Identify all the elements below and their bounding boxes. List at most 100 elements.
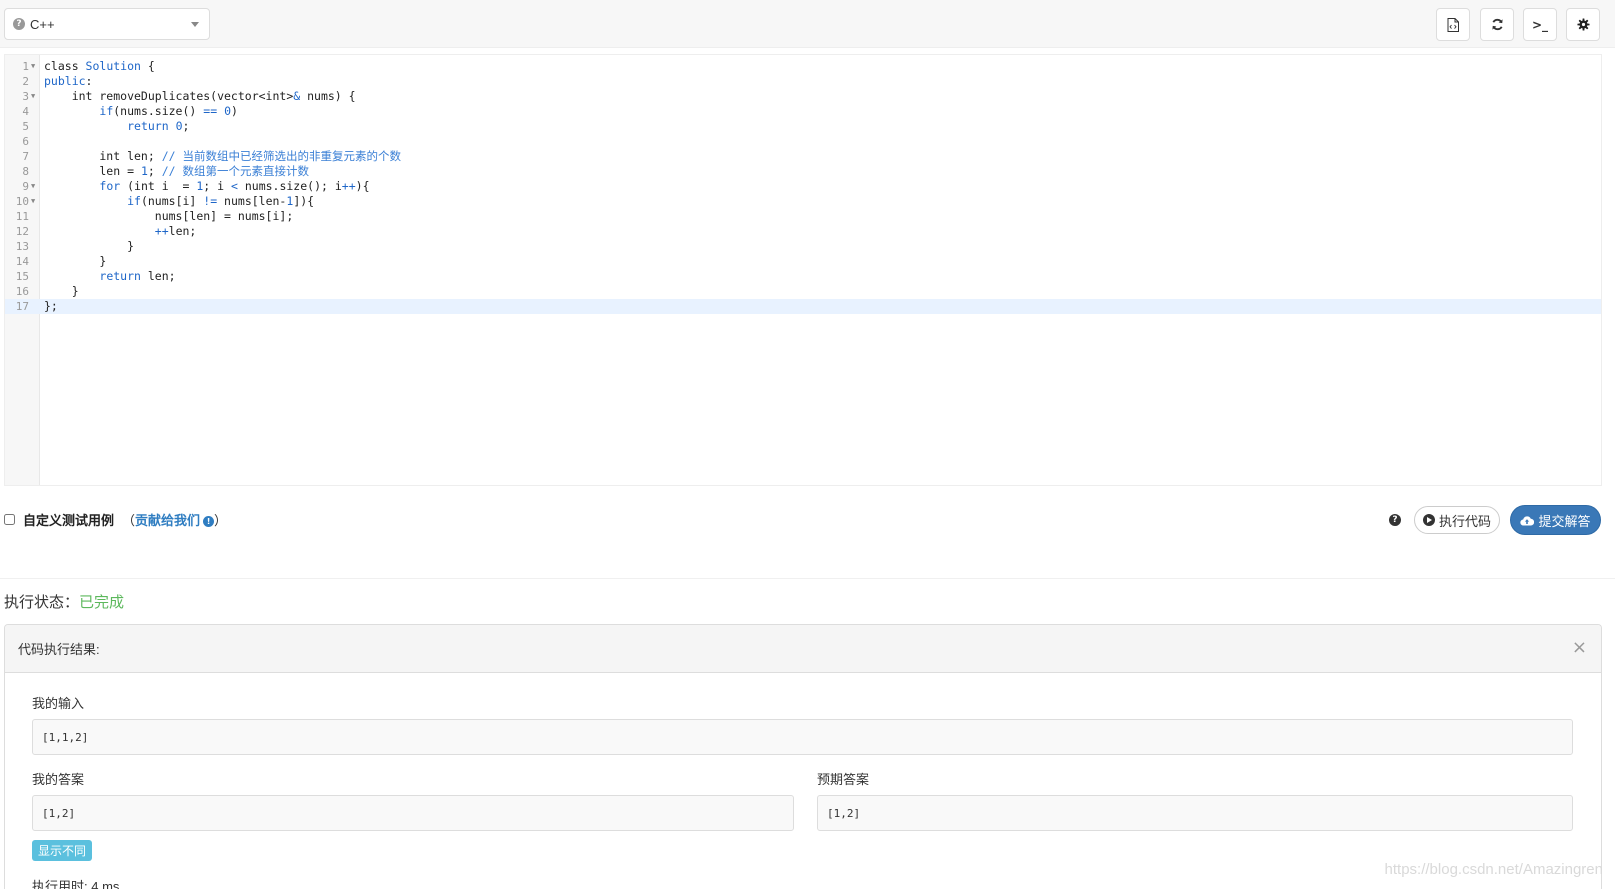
result-panel-title: 代码执行结果: xyxy=(18,642,100,657)
code-line-text: int len; // 当前数组中已经筛选出的非重复元素的个数 xyxy=(44,149,401,163)
top-toolbar: ? C++ >_ xyxy=(0,0,1615,48)
code-line[interactable]: 12 ++len; xyxy=(5,224,1601,239)
fold-arrow-icon[interactable]: ▼ xyxy=(31,194,35,209)
code-line-text: int removeDuplicates(vector<int>& nums) … xyxy=(44,89,356,103)
custom-testcase-checkbox[interactable] xyxy=(4,514,15,525)
code-line[interactable]: 1 ▼ class Solution { xyxy=(5,59,1601,74)
code-line[interactable]: 16 } xyxy=(5,284,1601,299)
line-number: 14 xyxy=(15,255,29,268)
help-circle-icon: ? xyxy=(13,18,25,30)
code-line-text: } xyxy=(44,284,79,298)
code-line-text: }; xyxy=(44,299,58,313)
my-answer-label: 我的答案 xyxy=(32,772,85,787)
line-number: 8 xyxy=(22,165,29,178)
code-line-text: if(nums[i] != nums[len-1]){ xyxy=(127,194,315,208)
code-line-text: return len; xyxy=(99,269,176,283)
section-divider xyxy=(0,578,1615,579)
code-line[interactable]: 4 if(nums.size() == 0) xyxy=(5,104,1601,119)
line-number: 3 xyxy=(22,90,29,103)
my-input-field: [1,1,2] xyxy=(32,719,1573,755)
run-code-label: 执行代码 xyxy=(1438,513,1491,529)
close-icon[interactable]: × xyxy=(1572,637,1587,658)
result-panel: 代码执行结果: × 我的输入 [1,1,2] 我的答案 [1,2] 预期答案 [… xyxy=(4,624,1602,889)
code-line[interactable]: 5 return 0; xyxy=(5,119,1601,134)
settings-button[interactable] xyxy=(1566,8,1600,41)
line-number: 12 xyxy=(15,225,29,238)
open-paren: （ xyxy=(122,513,136,528)
my-input-label: 我的输入 xyxy=(32,696,85,711)
code-line-text: } xyxy=(44,254,107,268)
code-line-text: len = 1; // 数组第一个元素直接计数 xyxy=(44,164,310,178)
code-line[interactable]: 13 } xyxy=(5,239,1601,254)
my-input-value: [1,1,2] xyxy=(42,730,89,744)
submit-solution-button[interactable]: 提交解答 xyxy=(1510,505,1601,535)
execution-status-label: 执行状态： xyxy=(4,594,80,611)
file-code-button[interactable] xyxy=(1436,8,1470,41)
info-icon: ! xyxy=(203,516,215,528)
line-number: 9 xyxy=(22,180,29,193)
expected-answer-field: [1,2] xyxy=(817,795,1573,831)
line-number: 13 xyxy=(15,240,29,253)
code-line-text: class Solution { xyxy=(44,59,155,73)
line-number: 6 xyxy=(22,135,29,148)
custom-testcase-row: 自定义测试用例 （贡献给我们!） xyxy=(4,510,227,529)
terminal-icon: >_ xyxy=(1531,17,1549,32)
close-paren: ） xyxy=(214,513,228,528)
chevron-down-icon xyxy=(191,22,199,27)
console-button[interactable]: >_ xyxy=(1523,8,1557,41)
code-line[interactable]: 9 ▼ for (int i = 1; i < nums.size(); i++)… xyxy=(5,179,1601,194)
watermark: https://blog.csdn.net/Amazingren xyxy=(1384,861,1603,878)
show-diff-button[interactable]: 显示不同 xyxy=(32,840,93,861)
submit-solution-label: 提交解答 xyxy=(1538,513,1591,529)
code-line-text: for (int i = 1; i < nums.size(); i++){ xyxy=(99,179,370,193)
expected-answer-value: [1,2] xyxy=(827,806,861,820)
play-circle-icon xyxy=(1422,514,1435,526)
result-panel-header: 代码执行结果: xyxy=(5,625,1601,673)
line-number: 7 xyxy=(22,150,29,163)
custom-testcase-label: 自定义测试用例 xyxy=(23,513,115,528)
line-number: 11 xyxy=(15,210,29,223)
execution-time: 执行用时: 4 ms xyxy=(32,879,120,889)
code-line-text: } xyxy=(44,239,135,253)
fold-arrow-icon[interactable]: ▼ xyxy=(31,59,35,74)
code-line[interactable]: 6 xyxy=(5,134,1601,149)
my-answer-value: [1,2] xyxy=(42,806,76,820)
execution-status-value: 已完成 xyxy=(79,594,125,611)
code-line[interactable]: 8 len = 1; // 数组第一个元素直接计数 xyxy=(5,164,1601,179)
line-number: 1 xyxy=(22,60,29,73)
line-number: 10 xyxy=(15,195,29,208)
contribute-link[interactable]: 贡献给我们! xyxy=(135,513,215,528)
code-line-text: ++len; xyxy=(154,224,197,238)
code-line-text: if(nums.size() == 0) xyxy=(99,104,238,118)
expected-answer-label: 预期答案 xyxy=(817,772,870,787)
gear-icon xyxy=(1576,18,1590,31)
execution-status: 执行状态：已完成 xyxy=(4,591,124,612)
code-line-text: nums[len] = nums[i]; xyxy=(44,209,294,223)
code-line-text: public: xyxy=(44,74,93,88)
line-number: 5 xyxy=(22,120,29,133)
code-line[interactable]: 17}; xyxy=(5,299,1601,314)
language-selected-value: C++ xyxy=(30,16,55,32)
cloud-upload-icon xyxy=(1520,515,1535,526)
reset-code-button[interactable] xyxy=(1480,8,1514,41)
code-line[interactable]: 14 } xyxy=(5,254,1601,269)
fold-arrow-icon[interactable]: ▼ xyxy=(31,89,35,104)
code-line[interactable]: 3 ▼ int removeDuplicates(vector<int>& num… xyxy=(5,89,1601,104)
code-line[interactable]: 15 return len; xyxy=(5,269,1601,284)
file-code-icon xyxy=(1447,17,1459,32)
code-editor[interactable]: 1 ▼ class Solution {2 public: 3 ▼ int removeD… xyxy=(4,54,1602,486)
code-line[interactable]: 2 public: xyxy=(5,74,1601,89)
language-select[interactable]: ? C++ xyxy=(4,8,210,40)
line-number: 17 xyxy=(15,300,29,313)
code-line[interactable]: 10 ▼ if(nums[i] != nums[len-1]){ xyxy=(5,194,1601,209)
my-answer-field: [1,2] xyxy=(32,795,794,831)
code-line[interactable]: 7 int len; // 当前数组中已经筛选出的非重复元素的个数 xyxy=(5,149,1601,164)
line-number: 16 xyxy=(15,285,29,298)
fold-arrow-icon[interactable]: ▼ xyxy=(31,179,35,194)
help-icon[interactable]: ? xyxy=(1389,514,1401,526)
contribute-link-label: 贡献给我们 xyxy=(135,513,201,528)
code-line[interactable]: 11 nums[len] = nums[i]; xyxy=(5,209,1601,224)
line-number: 15 xyxy=(15,270,29,283)
line-number: 4 xyxy=(22,105,29,118)
run-code-button[interactable]: 执行代码 xyxy=(1414,506,1500,534)
